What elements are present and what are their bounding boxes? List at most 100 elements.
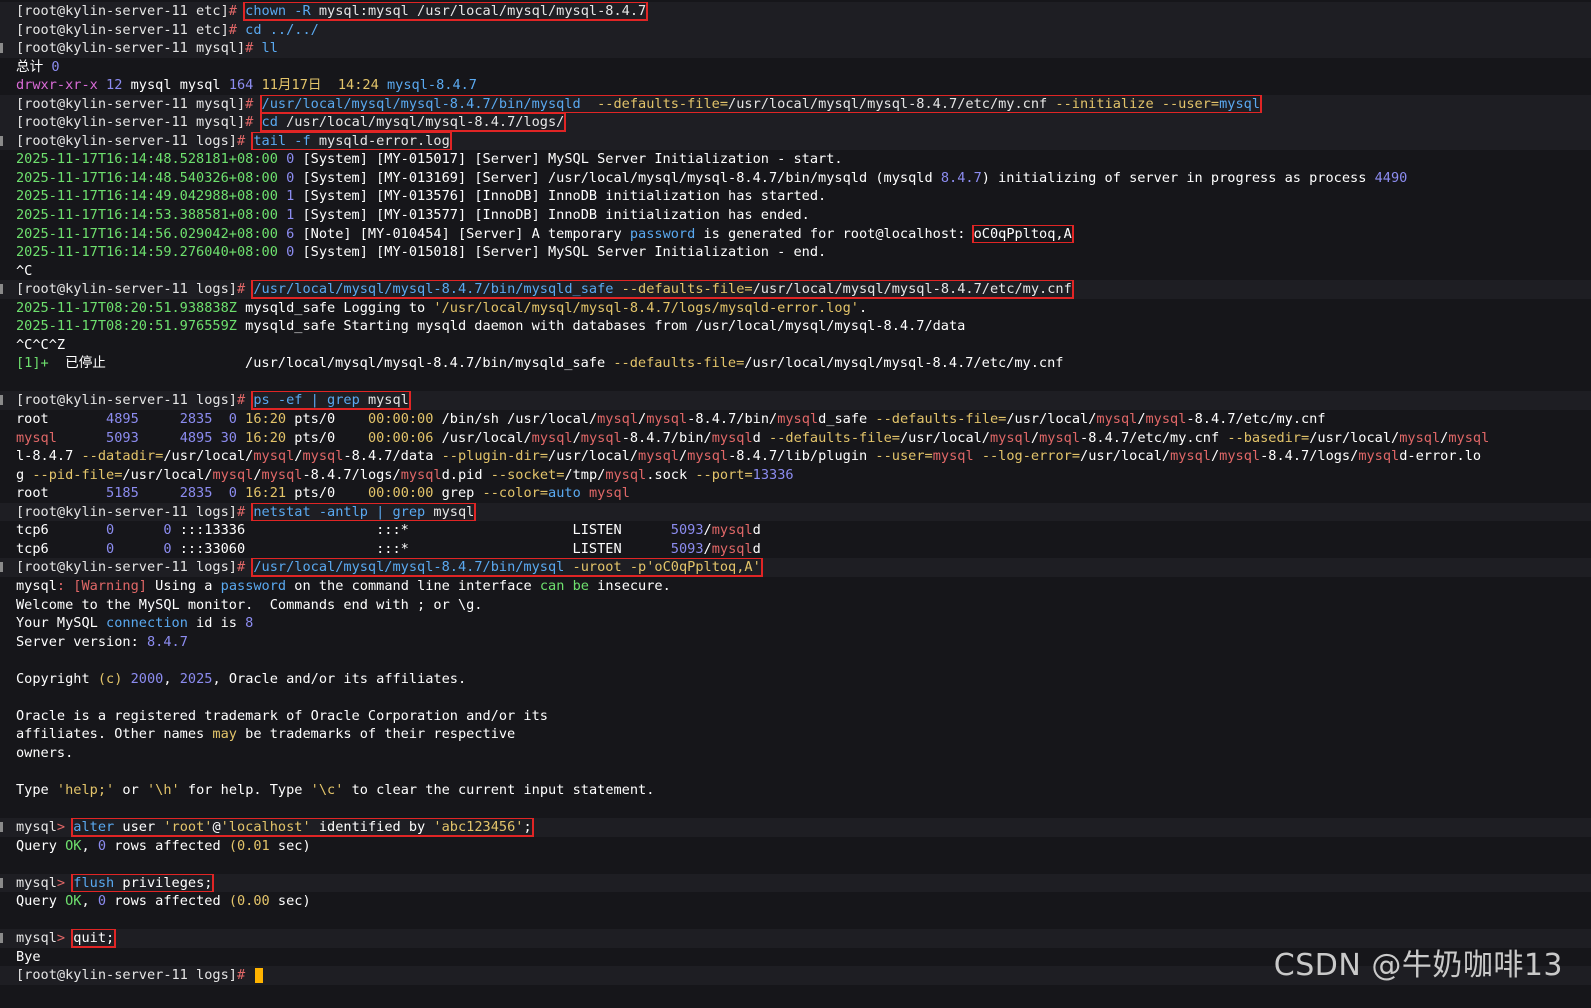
text-segment: drwxr-xr-x <box>16 77 98 93</box>
text-segment: 'oC0qPpltoq,A' <box>646 559 761 575</box>
text-segment: / <box>253 467 261 483</box>
text-segment: d_safe <box>818 411 875 427</box>
text-segment: # <box>229 3 245 19</box>
text-segment: 4490 <box>1375 170 1408 186</box>
highlight-box: alter user 'root'@'localhost' identified… <box>73 819 531 835</box>
gutter-marker <box>0 818 4 837</box>
text-segment: / <box>679 448 687 464</box>
text-segment: privileges; <box>122 875 212 891</box>
text-segment: / <box>1211 448 1219 464</box>
gutter-marker <box>0 503 4 522</box>
text-segment: # <box>245 114 261 130</box>
text-segment: OK <box>65 838 81 854</box>
text-segment: quit; <box>73 930 114 946</box>
text-segment: 16:20 <box>245 411 294 427</box>
text-segment: d.pid <box>442 467 491 483</box>
text-segment: > <box>57 819 73 835</box>
gutter-marker <box>0 707 4 726</box>
text-segment: --port= <box>695 467 752 483</box>
text-segment: 1 <box>286 207 302 223</box>
output-line: 2025-11-17T08:20:51.938838Z mysqld_safe … <box>0 299 1591 318</box>
output-line: root 4895 2835 0 16:20 pts/0 00:00:00 /b… <box>0 410 1591 429</box>
text-segment: 0 <box>51 59 59 75</box>
text-segment: [root@kylin-server-11 logs] <box>16 504 237 520</box>
text-segment: --defaults-file= <box>597 96 728 112</box>
gutter-marker <box>0 354 4 373</box>
text-segment: mysql <box>646 411 687 427</box>
gutter-marker <box>0 58 4 77</box>
text-segment: mysql <box>212 467 253 483</box>
output-line: mysql: [Warning] Using a password on the… <box>0 577 1591 596</box>
text-segment: /usr/local/ <box>163 448 253 464</box>
text-segment: mysql <box>1039 430 1080 446</box>
text-segment: 2025-11-17T16:14:49.042988+08:00 <box>16 188 286 204</box>
text-segment: Type <box>16 782 57 798</box>
output-line: l-8.4.7 --datadir=/usr/local/mysql/mysql… <box>0 447 1591 466</box>
text-segment: identified by <box>311 819 434 835</box>
text-segment: [System] [MY-013169] [Server] /usr/local… <box>302 170 940 186</box>
text-segment: / <box>704 522 712 538</box>
text-segment: 0 <box>286 244 302 260</box>
gutter-marker <box>0 633 4 652</box>
gutter-marker <box>0 76 4 95</box>
text-segment: -8.4.7/lib/plugin <box>728 448 875 464</box>
text-segment: mysql <box>1096 411 1137 427</box>
text-segment: 16:21 <box>245 485 294 501</box>
text-segment: 2000 <box>131 671 164 687</box>
gutter-marker <box>0 95 4 114</box>
text-segment: 2025-11-17T16:14:56.029042+08:00 <box>16 226 286 242</box>
text-segment: on the command line interface <box>286 578 540 594</box>
text-segment: @ <box>212 819 220 835</box>
terminal-window[interactable]: [root@kylin-server-11 etc]# chown -R mys… <box>0 0 1591 1008</box>
gutter-marker <box>0 911 4 930</box>
text-segment: chown -R <box>245 3 319 19</box>
gutter-marker <box>0 391 4 410</box>
command-line: [root@kylin-server-11 mysql]# /usr/local… <box>0 95 1591 114</box>
text-segment: 11月17日 14:24 <box>262 77 387 93</box>
text-segment: # <box>237 559 253 575</box>
text-segment: '/usr/local/mysql/mysql-8.4.7/logs/mysql… <box>433 300 859 316</box>
highlight-box: chown -R mysql:mysql /usr/local/mysql/my… <box>245 3 646 19</box>
text-segment: / <box>704 541 712 557</box>
text-segment: mysql:mysql /usr/local/mysql/mysql-8.4.7 <box>319 3 646 19</box>
text-segment: , <box>81 838 97 854</box>
text-segment: sec) <box>278 893 311 909</box>
output-line: g --pid-file=/usr/local/mysql/mysql-8.4.… <box>0 466 1591 485</box>
text-segment: 8 <box>245 615 253 631</box>
text-segment: connection <box>106 615 188 631</box>
gutter-marker <box>0 948 4 967</box>
text-segment: mysqld-error.log <box>319 133 450 149</box>
output-line: mysql 5093 4895 30 16:20 pts/0 00:00:06 … <box>0 429 1591 448</box>
text-segment: /usr/local/mysql/mysql-8.4.7/etc/my.cnf <box>744 355 1063 371</box>
text-segment: 0 <box>286 170 302 186</box>
gutter-marker <box>0 373 4 392</box>
text-segment: 已停止 <box>65 355 245 371</box>
text-segment: tcp6 <box>16 541 106 557</box>
text-segment: pts/0 <box>294 430 368 446</box>
gutter-marker <box>0 577 4 596</box>
output-line: Query OK, 0 rows affected (0.00 sec) <box>0 892 1591 911</box>
text-segment: 2025 <box>180 671 213 687</box>
text-segment: 0 <box>98 893 106 909</box>
text-segment: :::33060 <box>180 541 376 557</box>
text-segment: -8.4.7/bin/ <box>687 411 777 427</box>
text-segment: ) initializing of server in progress as … <box>982 170 1375 186</box>
highlight-box: /usr/local/mysql/mysql-8.4.7/bin/mysqld … <box>262 96 1261 112</box>
text-segment: , Oracle and/or its affiliates. <box>212 671 466 687</box>
text-segment: mysql-8.4.7 <box>387 77 477 93</box>
command-line: mysql> alter user 'root'@'localhost' ide… <box>0 818 1591 837</box>
text-segment: -8.4.7/logs/ <box>302 467 400 483</box>
gutter-marker <box>0 651 4 670</box>
command-line: [root@kylin-server-11 logs]# netstat -an… <box>0 503 1591 522</box>
text-segment: mysql <box>16 930 57 946</box>
text-segment: /usr/local/mysql/mysql-8.4.7/bin/mysql <box>253 559 572 575</box>
command-line: [root@kylin-server-11 logs]# tail -f mys… <box>0 132 1591 151</box>
output-line: Query OK, 0 rows affected (0.01 sec) <box>0 837 1591 856</box>
text-segment: [root@kylin-server-11 etc] <box>16 22 229 38</box>
text-segment: d-error.lo <box>1399 448 1481 464</box>
command-line: mysql> flush privileges; <box>0 874 1591 893</box>
text-segment: tcp6 <box>16 522 106 538</box>
text-cursor[interactable] <box>255 968 263 983</box>
highlight-box: oC0qPpltoq,A <box>974 226 1072 242</box>
command-line: [root@kylin-server-11 mysql]# cd /usr/lo… <box>0 113 1591 132</box>
